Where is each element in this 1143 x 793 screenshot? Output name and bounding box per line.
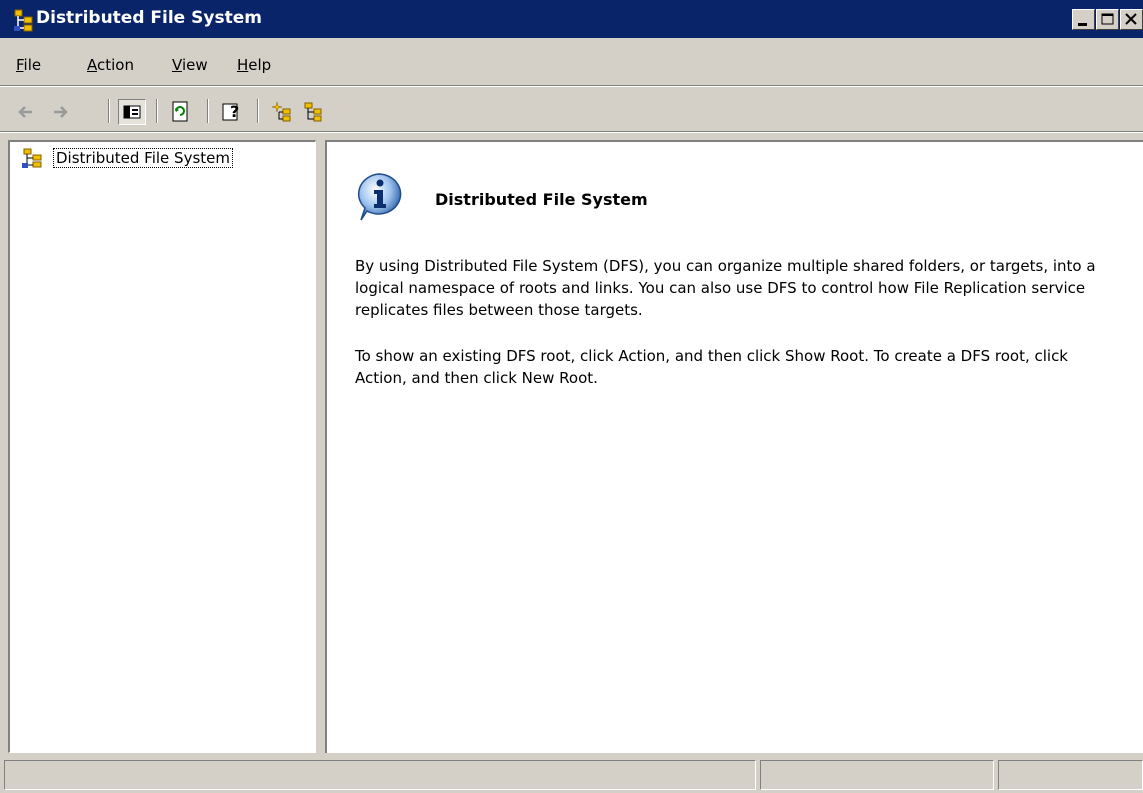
- title-bar[interactable]: Distributed File System: [0, 0, 1143, 38]
- help-icon: ?: [222, 102, 239, 121]
- menu-action-label: ction: [97, 56, 134, 74]
- status-panel-main: [4, 760, 756, 790]
- status-bar: [0, 758, 1143, 793]
- status-panel-2: [760, 760, 994, 790]
- menu-file-mnemonic: F: [16, 56, 24, 74]
- help-button[interactable]: ?: [218, 99, 246, 125]
- toolbar-separator-line: [0, 131, 1143, 133]
- info-icon: [357, 173, 402, 221]
- maximize-button[interactable]: [1096, 9, 1119, 30]
- dfs-icon: [22, 148, 42, 168]
- show-hide-tree-icon: [123, 105, 141, 119]
- console-tree[interactable]: Distributed File System: [8, 140, 316, 753]
- window-title: Distributed File System: [36, 8, 262, 28]
- menu-file-label: ile: [23, 56, 42, 74]
- minimize-icon: [1078, 23, 1087, 26]
- maximize-icon: [1101, 13, 1114, 25]
- forward-icon: [54, 106, 68, 118]
- details-pane: Distributed File System By using Distrib…: [325, 140, 1143, 753]
- instruction-paragraph: To show an existing DFS root, click Acti…: [355, 347, 1068, 387]
- toolbar-separator: [207, 99, 209, 123]
- menu-help[interactable]: Help: [237, 56, 271, 74]
- close-button[interactable]: [1120, 9, 1143, 30]
- minimize-button[interactable]: [1072, 9, 1095, 30]
- dfs-icon: [14, 9, 33, 32]
- menu-separator: [0, 85, 1143, 87]
- menu-action-mnemonic: A: [87, 56, 97, 74]
- menu-bar: File Action View Help: [0, 38, 1143, 88]
- status-panel-3: [998, 760, 1143, 790]
- content-heading: Distributed File System: [435, 190, 648, 209]
- menu-help-mnemonic: H: [237, 56, 249, 74]
- menu-view-label: iew: [181, 56, 208, 74]
- description-paragraph: By using Distributed File System (DFS), …: [355, 257, 1096, 319]
- close-icon: [1125, 13, 1137, 25]
- back-button[interactable]: [12, 99, 40, 125]
- show-hide-tree-button[interactable]: [118, 99, 146, 125]
- new-root-icon: [271, 101, 291, 122]
- toolbar-separator: [156, 99, 158, 123]
- svg-text:?: ?: [230, 102, 239, 121]
- refresh-icon: [172, 101, 188, 122]
- menu-file[interactable]: File: [16, 56, 41, 74]
- toolbar: ?: [0, 91, 1143, 131]
- new-root-button[interactable]: [268, 99, 296, 125]
- refresh-button[interactable]: [166, 99, 194, 125]
- tree-item-label: Distributed File System: [53, 148, 233, 168]
- toolbar-separator: [108, 99, 110, 123]
- show-root-icon: [304, 102, 322, 122]
- menu-help-label: elp: [248, 56, 272, 74]
- menu-action[interactable]: Action: [87, 56, 134, 74]
- menu-view-mnemonic: V: [172, 56, 182, 74]
- forward-button[interactable]: [46, 99, 74, 125]
- toolbar-separator: [257, 99, 259, 123]
- menu-view[interactable]: View: [172, 56, 208, 74]
- back-icon: [18, 106, 32, 118]
- show-root-button[interactable]: [300, 99, 328, 125]
